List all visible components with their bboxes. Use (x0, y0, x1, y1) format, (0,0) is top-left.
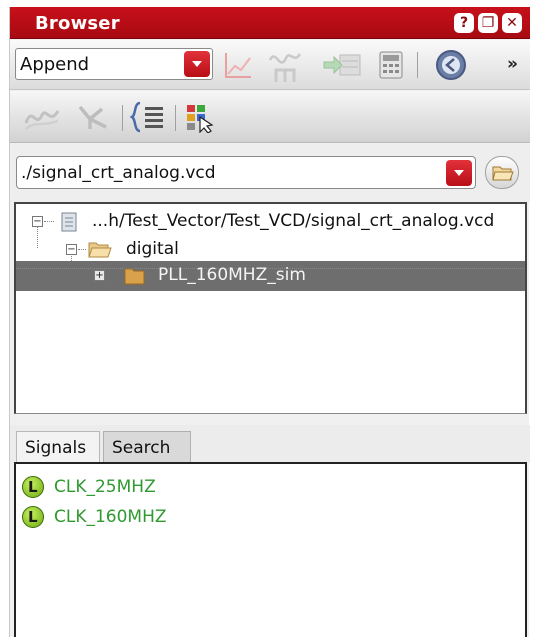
tab-signals[interactable]: Signals (16, 431, 100, 463)
float-window-button[interactable]: ❐ (478, 13, 498, 33)
tree-item-digital[interactable]: − digital (16, 238, 525, 262)
analog-wave-icon[interactable] (24, 103, 60, 131)
back-circle-icon[interactable] (434, 48, 468, 82)
brace-list-icon[interactable] (130, 101, 166, 133)
color-grid-cursor-icon[interactable] (185, 103, 217, 133)
logic-signal-icon: L (22, 476, 44, 498)
help-button[interactable]: ? (454, 13, 474, 33)
toolbar-separator (175, 105, 176, 131)
import-arrow-icon[interactable] (322, 52, 362, 78)
window-title: Browser (35, 13, 120, 34)
folder-icon (124, 268, 145, 285)
folder-open-icon (492, 166, 514, 181)
mode-select-value: Append (20, 54, 90, 75)
file-icon (61, 212, 77, 232)
secondary-toolbar (10, 91, 530, 143)
file-dropdown-button[interactable] (446, 160, 472, 186)
signal-label: CLK_25MHZ (54, 477, 156, 497)
mode-select[interactable]: Append (15, 48, 213, 80)
mode-dropdown-button[interactable] (184, 51, 210, 77)
tab-bar: Signals Search (10, 425, 530, 463)
tree-item-label: digital (126, 239, 179, 259)
tree-connector (44, 221, 54, 222)
signals-list: L CLK_25MHZ L CLK_160MHZ (14, 462, 527, 637)
main-toolbar: Append » (10, 40, 530, 90)
file-select[interactable]: ./signal_crt_analog.vcd (16, 156, 476, 189)
waveform-tree-icon[interactable] (266, 46, 304, 84)
folder-open-icon (88, 242, 112, 258)
branch-icon[interactable] (76, 103, 110, 131)
tree-item-label: ...h/Test_Vector/Test_VCD/signal_crt_ana… (92, 211, 495, 231)
browser-window: Browser ? ❐ ✕ Append » ./signal_crt_anal… (9, 7, 530, 637)
tree-item-file[interactable]: − ...h/Test_Vector/Test_VCD/signal_crt_a… (16, 210, 525, 234)
calculator-icon[interactable] (378, 50, 404, 80)
collapse-toggle[interactable]: − (66, 244, 77, 255)
logic-signal-icon: L (22, 506, 44, 528)
toolbar-separator (417, 52, 418, 78)
signal-badge: L (28, 508, 38, 526)
close-button[interactable]: ✕ (502, 13, 522, 33)
file-path-value: ./signal_crt_analog.vcd (21, 163, 216, 183)
chevron-down-icon (454, 170, 464, 176)
expand-toggle[interactable]: + (94, 270, 105, 281)
file-tree: − ...h/Test_Vector/Test_VCD/signal_crt_a… (14, 202, 527, 414)
toolbar-overflow-button[interactable]: » (507, 54, 518, 74)
signal-label: CLK_160MHZ (54, 507, 167, 527)
line-chart-icon[interactable] (223, 50, 253, 80)
file-selector-row: ./signal_crt_analog.vcd (10, 144, 530, 202)
collapse-toggle[interactable]: − (32, 216, 43, 227)
toolbar-separator (122, 105, 123, 131)
chevron-down-icon (192, 61, 202, 67)
tree-item-pll-selected[interactable]: + PLL_160MHZ_sim (16, 261, 525, 291)
signal-badge: L (28, 478, 38, 496)
tree-item-label: PLL_160MHZ_sim (158, 265, 306, 285)
tab-search[interactable]: Search (103, 431, 191, 463)
open-file-button[interactable] (485, 156, 519, 189)
title-bar: Browser ? ❐ ✕ (10, 7, 530, 39)
tree-connector (78, 249, 86, 250)
